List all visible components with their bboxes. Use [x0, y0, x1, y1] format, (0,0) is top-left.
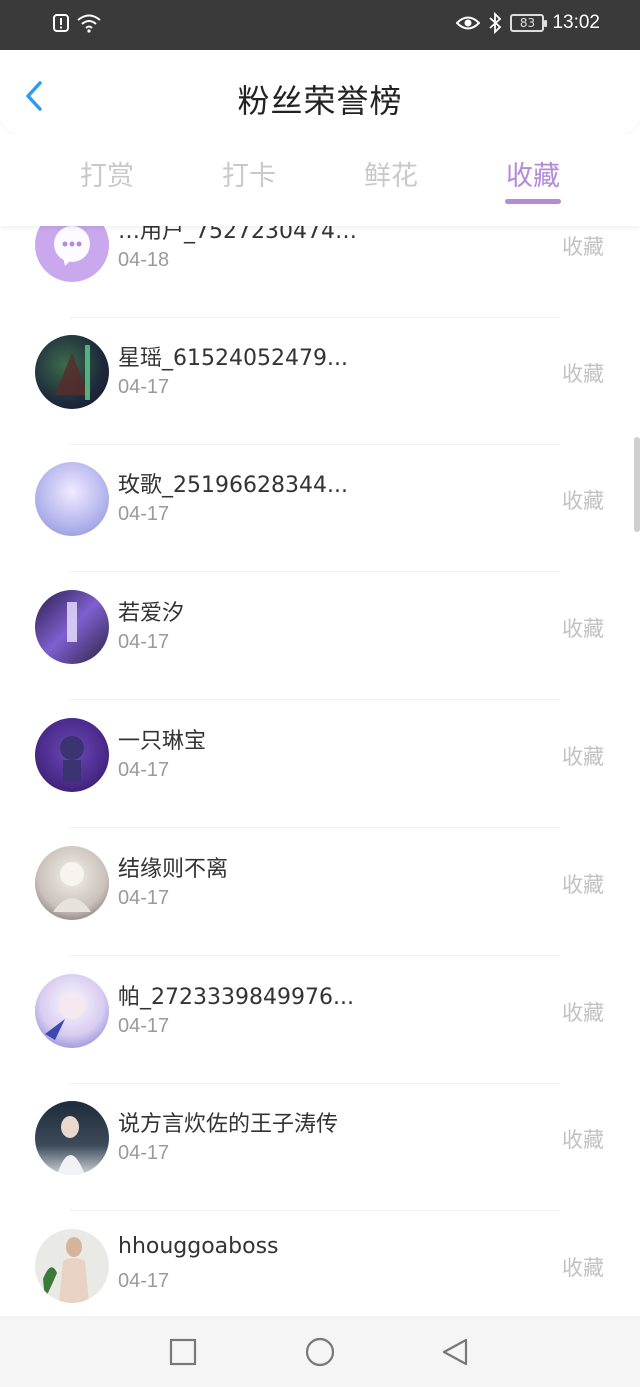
action-label: 收藏 [562, 1128, 604, 1152]
active-tab-indicator [505, 199, 561, 204]
clock: 13:02 [552, 12, 600, 33]
circle-icon[interactable] [304, 1336, 336, 1368]
user-name: 说方言炊佐的王子涛传 [118, 1112, 339, 1137]
list-item[interactable]: 结缘则不离 04-17 收藏 [0, 829, 640, 956]
avatar [35, 718, 109, 792]
action-label: 收藏 [562, 617, 604, 641]
action-label: 收藏 [562, 235, 604, 259]
system-nav-bar [0, 1316, 640, 1387]
list-item[interactable]: 帕_2723339849976... 04-17 收藏 [0, 957, 640, 1084]
action-label: 收藏 [562, 362, 604, 386]
user-name: 一只琳宝 [118, 729, 207, 754]
list-item[interactable]: 玫歌_25196628344... 04-17 收藏 [0, 445, 640, 572]
header: 粉丝荣誉榜 [0, 50, 640, 134]
battery-icon: 83 [510, 14, 548, 32]
tab-flowers[interactable]: 鲜花 [331, 154, 451, 193]
user-name: 玫歌_25196628344... [118, 473, 348, 498]
date: 04-18 [118, 249, 170, 271]
date: 04-17 [118, 503, 170, 525]
fan-list: …用户_7527230474… 04-18 收藏 星瑶_61524052479.… [0, 226, 640, 1316]
list-item[interactable]: 若爱汐 04-17 收藏 [0, 573, 640, 700]
status-left [52, 12, 102, 34]
date: 04-17 [118, 887, 170, 909]
wifi-icon [77, 14, 101, 33]
alert-icon [53, 14, 69, 32]
date: 04-17 [118, 759, 170, 781]
user-name: hhouggoaboss [118, 1234, 279, 1259]
list-item[interactable]: 一只琳宝 04-17 收藏 [0, 701, 640, 828]
battery-level: 83 [519, 16, 536, 30]
status-bar: 83 13:02 [0, 0, 640, 50]
date: 04-17 [118, 1142, 170, 1164]
user-name: 若爱汐 [118, 601, 185, 626]
date: 04-17 [118, 1015, 170, 1037]
tab-reward[interactable]: 打赏 [47, 154, 167, 193]
avatar [35, 974, 109, 1048]
list-item[interactable]: 星瑶_61524052479... 04-17 收藏 [0, 318, 640, 445]
triangle-back-icon[interactable] [440, 1336, 472, 1368]
date: 04-17 [118, 631, 170, 653]
date: 04-17 [118, 1270, 170, 1292]
list-item[interactable]: hhouggoaboss 04-17 收藏 [0, 1212, 640, 1316]
page-title: 粉丝荣誉榜 [237, 82, 403, 120]
user-name: …用户_7527230474… [118, 226, 357, 244]
action-label: 收藏 [562, 1001, 604, 1025]
action-label: 收藏 [562, 1256, 604, 1280]
action-label: 收藏 [562, 873, 604, 897]
status-right: 83 13:02 [456, 12, 600, 34]
bluetooth-icon [489, 12, 502, 34]
avatar [35, 226, 109, 282]
avatar [35, 1229, 109, 1303]
list-item[interactable]: 说方言炊佐的王子涛传 04-17 收藏 [0, 1084, 640, 1211]
avatar [35, 1101, 109, 1175]
action-label: 收藏 [562, 745, 604, 769]
scrollbar[interactable] [634, 437, 640, 532]
divider [70, 571, 560, 572]
eye-icon [456, 16, 481, 30]
date: 04-17 [118, 376, 170, 398]
divider [70, 699, 560, 700]
list-item[interactable]: …用户_7527230474… 04-18 收藏 [0, 226, 640, 318]
user-name: 帕_2723339849976... [118, 985, 354, 1010]
user-name: 结缘则不离 [118, 857, 229, 882]
divider [70, 827, 560, 828]
divider [70, 1210, 560, 1211]
square-icon[interactable] [167, 1336, 199, 1368]
avatar [35, 846, 109, 920]
avatar [35, 462, 109, 536]
action-label: 收藏 [562, 489, 604, 513]
tab-favorites[interactable]: 收藏 [473, 154, 593, 193]
tab-checkin[interactable]: 打卡 [189, 154, 309, 193]
divider [70, 955, 560, 956]
user-name: 星瑶_61524052479... [118, 346, 348, 371]
avatar [35, 335, 109, 409]
avatar [35, 590, 109, 664]
tab-bar: 打赏 打卡 鲜花 收藏 [0, 134, 640, 226]
